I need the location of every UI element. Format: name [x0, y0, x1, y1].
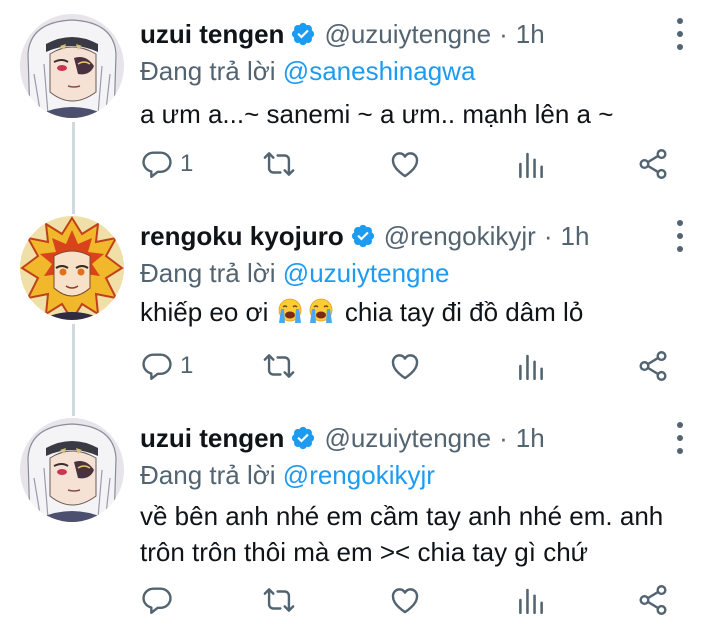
action-bar: 1 — [140, 144, 680, 184]
avatar[interactable] — [20, 418, 124, 522]
tweet-text-part: khiếp eo ơi — [140, 297, 269, 327]
display-name[interactable]: rengoku kyojuro — [140, 221, 344, 252]
share-icon — [636, 583, 670, 617]
avatar[interactable] — [20, 216, 124, 320]
share-button[interactable] — [636, 580, 670, 620]
like-button[interactable] — [388, 346, 422, 386]
analytics-button[interactable] — [514, 346, 548, 386]
tweet-text: về bên anh nhé em cầm tay anh nhé em. an… — [140, 498, 700, 570]
retweet-button[interactable] — [262, 144, 296, 184]
share-button[interactable] — [636, 346, 670, 386]
tweet-text-line: về bên anh nhé em cầm tay anh nhé em. an… — [140, 501, 664, 531]
share-icon — [636, 349, 670, 383]
verified-badge-icon — [350, 223, 376, 249]
more-options-icon[interactable] — [670, 422, 690, 454]
reply-context: Đang trả lời @rengokikyjr — [140, 460, 435, 491]
reply-mention-link[interactable]: @uzuiytengne — [283, 258, 450, 288]
retweet-icon — [262, 583, 296, 617]
reply-context: Đang trả lời @saneshinagwa — [140, 56, 475, 87]
uzui-avatar-image — [20, 14, 124, 118]
like-icon — [388, 147, 422, 181]
timestamp[interactable]: 1h — [560, 221, 589, 252]
retweet-icon — [262, 147, 296, 181]
display-name[interactable]: uzui tengen — [140, 19, 284, 50]
reply-mention-link[interactable]: @saneshinagwa — [283, 56, 476, 86]
rengoku-avatar-image — [20, 216, 124, 320]
tweet-header: uzui tengen @uzuiytengne · 1h — [140, 418, 660, 458]
username[interactable]: @uzuiytengne — [324, 423, 491, 454]
verified-badge-icon — [290, 425, 316, 451]
action-bar: 1 — [140, 346, 680, 386]
share-icon — [636, 147, 670, 181]
tweet[interactable]: rengoku kyojuro @rengokikyjr · 1h Đang t… — [0, 216, 720, 406]
analytics-button[interactable] — [514, 580, 548, 620]
tweet-header: uzui tengen @uzuiytengne · 1h — [140, 14, 660, 54]
uzui-avatar-image — [20, 418, 124, 522]
more-options-icon[interactable] — [670, 18, 690, 50]
reply-icon — [140, 147, 174, 181]
retweet-button[interactable] — [262, 580, 296, 620]
reply-icon — [140, 349, 174, 383]
analytics-button[interactable] — [514, 144, 548, 184]
reply-button[interactable]: 1 — [140, 346, 193, 386]
reply-context: Đang trả lời @uzuiytengne — [140, 258, 449, 289]
reply-prefix: Đang trả lời — [140, 56, 276, 86]
separator: · — [499, 422, 508, 453]
reply-mention-link[interactable]: @rengokikyjr — [283, 460, 435, 490]
like-button[interactable] — [388, 580, 422, 620]
reply-button[interactable]: 1 — [140, 144, 193, 184]
retweet-icon — [262, 349, 296, 383]
reply-icon — [140, 583, 174, 617]
reply-count: 1 — [180, 352, 194, 379]
separator: · — [499, 18, 508, 49]
retweet-button[interactable] — [262, 346, 296, 386]
more-options-icon[interactable] — [670, 220, 690, 252]
display-name[interactable]: uzui tengen — [140, 423, 284, 454]
like-button[interactable] — [388, 144, 422, 184]
tweet-header: rengoku kyojuro @rengokikyjr · 1h — [140, 216, 660, 256]
share-button[interactable] — [636, 144, 670, 184]
reply-button[interactable] — [140, 580, 180, 620]
tweet-text: a ưm a...~ sanemi ~ a ưm.. mạnh lên a ~ — [140, 99, 614, 129]
tweet[interactable]: uzui tengen @uzuiytengne · 1h Đang trả l… — [0, 418, 720, 628]
username[interactable]: @uzuiytengne — [324, 19, 491, 50]
avatar[interactable] — [20, 14, 124, 118]
reply-prefix: Đang trả lời — [140, 460, 276, 490]
separator: · — [543, 220, 553, 251]
username[interactable]: @rengokikyjr — [384, 221, 536, 252]
loudly-crying-face-emoji-icon — [276, 297, 304, 325]
timestamp[interactable]: 1h — [516, 423, 545, 454]
verified-badge-icon — [290, 21, 316, 47]
loudly-crying-face-emoji-icon — [307, 297, 335, 325]
reply-count: 1 — [180, 150, 194, 177]
reply-prefix: Đang trả lời — [140, 258, 276, 288]
analytics-icon — [514, 349, 548, 383]
analytics-icon — [514, 147, 548, 181]
tweet-text-line: trôn trôn thôi mà em >< chia tay gì chứ — [140, 537, 589, 567]
analytics-icon — [514, 583, 548, 617]
tweet[interactable]: uzui tengen @uzuiytengne · 1h Đang trả l… — [0, 14, 720, 204]
like-icon — [388, 583, 422, 617]
tweet-text-part: chia tay đi đồ dâm lỏ — [344, 297, 584, 327]
like-icon — [388, 349, 422, 383]
action-bar — [140, 580, 680, 620]
tweet-text: khiếp eo ơi chia tay đi đồ dâm lỏ — [140, 294, 700, 330]
timestamp[interactable]: 1h — [516, 19, 545, 50]
